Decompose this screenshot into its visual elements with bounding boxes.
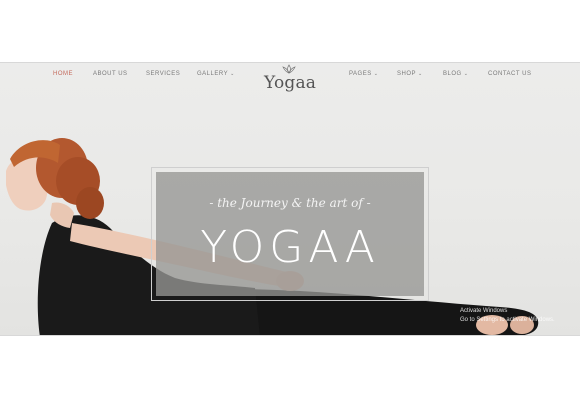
nav-shop-label: SHOP: [397, 71, 417, 77]
top-navigation: HOME ABOUT US SERVICES GALLERY ⌄ Yogaa PA…: [0, 63, 580, 93]
nav-blog[interactable]: BLOG ⌄: [443, 71, 468, 77]
hero-title: YOGAA: [200, 222, 380, 273]
nav-home[interactable]: HOME: [53, 71, 73, 77]
nav-contact-us[interactable]: CONTACT US: [488, 71, 531, 77]
chevron-down-icon: ⌄: [463, 71, 469, 77]
watermark-line-2: Go to Settings to activate Windows.: [460, 317, 555, 323]
watermark-line-1: Activate Windows: [460, 308, 508, 314]
nav-services[interactable]: SERVICES: [146, 71, 180, 77]
website-frame: HOME ABOUT US SERVICES GALLERY ⌄ Yogaa PA…: [0, 62, 580, 336]
hero-box: - the Journey & the art of - YOGAA: [156, 172, 424, 296]
nav-blog-label: BLOG: [443, 71, 462, 77]
nav-pages[interactable]: PAGES ⌄: [349, 71, 378, 77]
logo-text: Yogaa: [264, 73, 317, 93]
chevron-down-icon: ⌄: [418, 71, 423, 77]
nav-gallery[interactable]: GALLERY ⌄: [197, 71, 235, 77]
nav-about-us[interactable]: ABOUT US: [93, 71, 128, 77]
chevron-down-icon: ⌄: [373, 71, 379, 77]
activation-watermark: Activate Windows Go to Settings to activ…: [460, 307, 555, 325]
hero-tagline: - the Journey & the art of -: [209, 196, 371, 210]
chevron-down-icon: ⌄: [230, 71, 235, 77]
nav-shop[interactable]: SHOP ⌄: [397, 71, 423, 77]
nav-pages-label: PAGES: [349, 71, 372, 77]
site-logo[interactable]: Yogaa: [264, 64, 317, 96]
nav-gallery-label: GALLERY: [197, 71, 229, 77]
